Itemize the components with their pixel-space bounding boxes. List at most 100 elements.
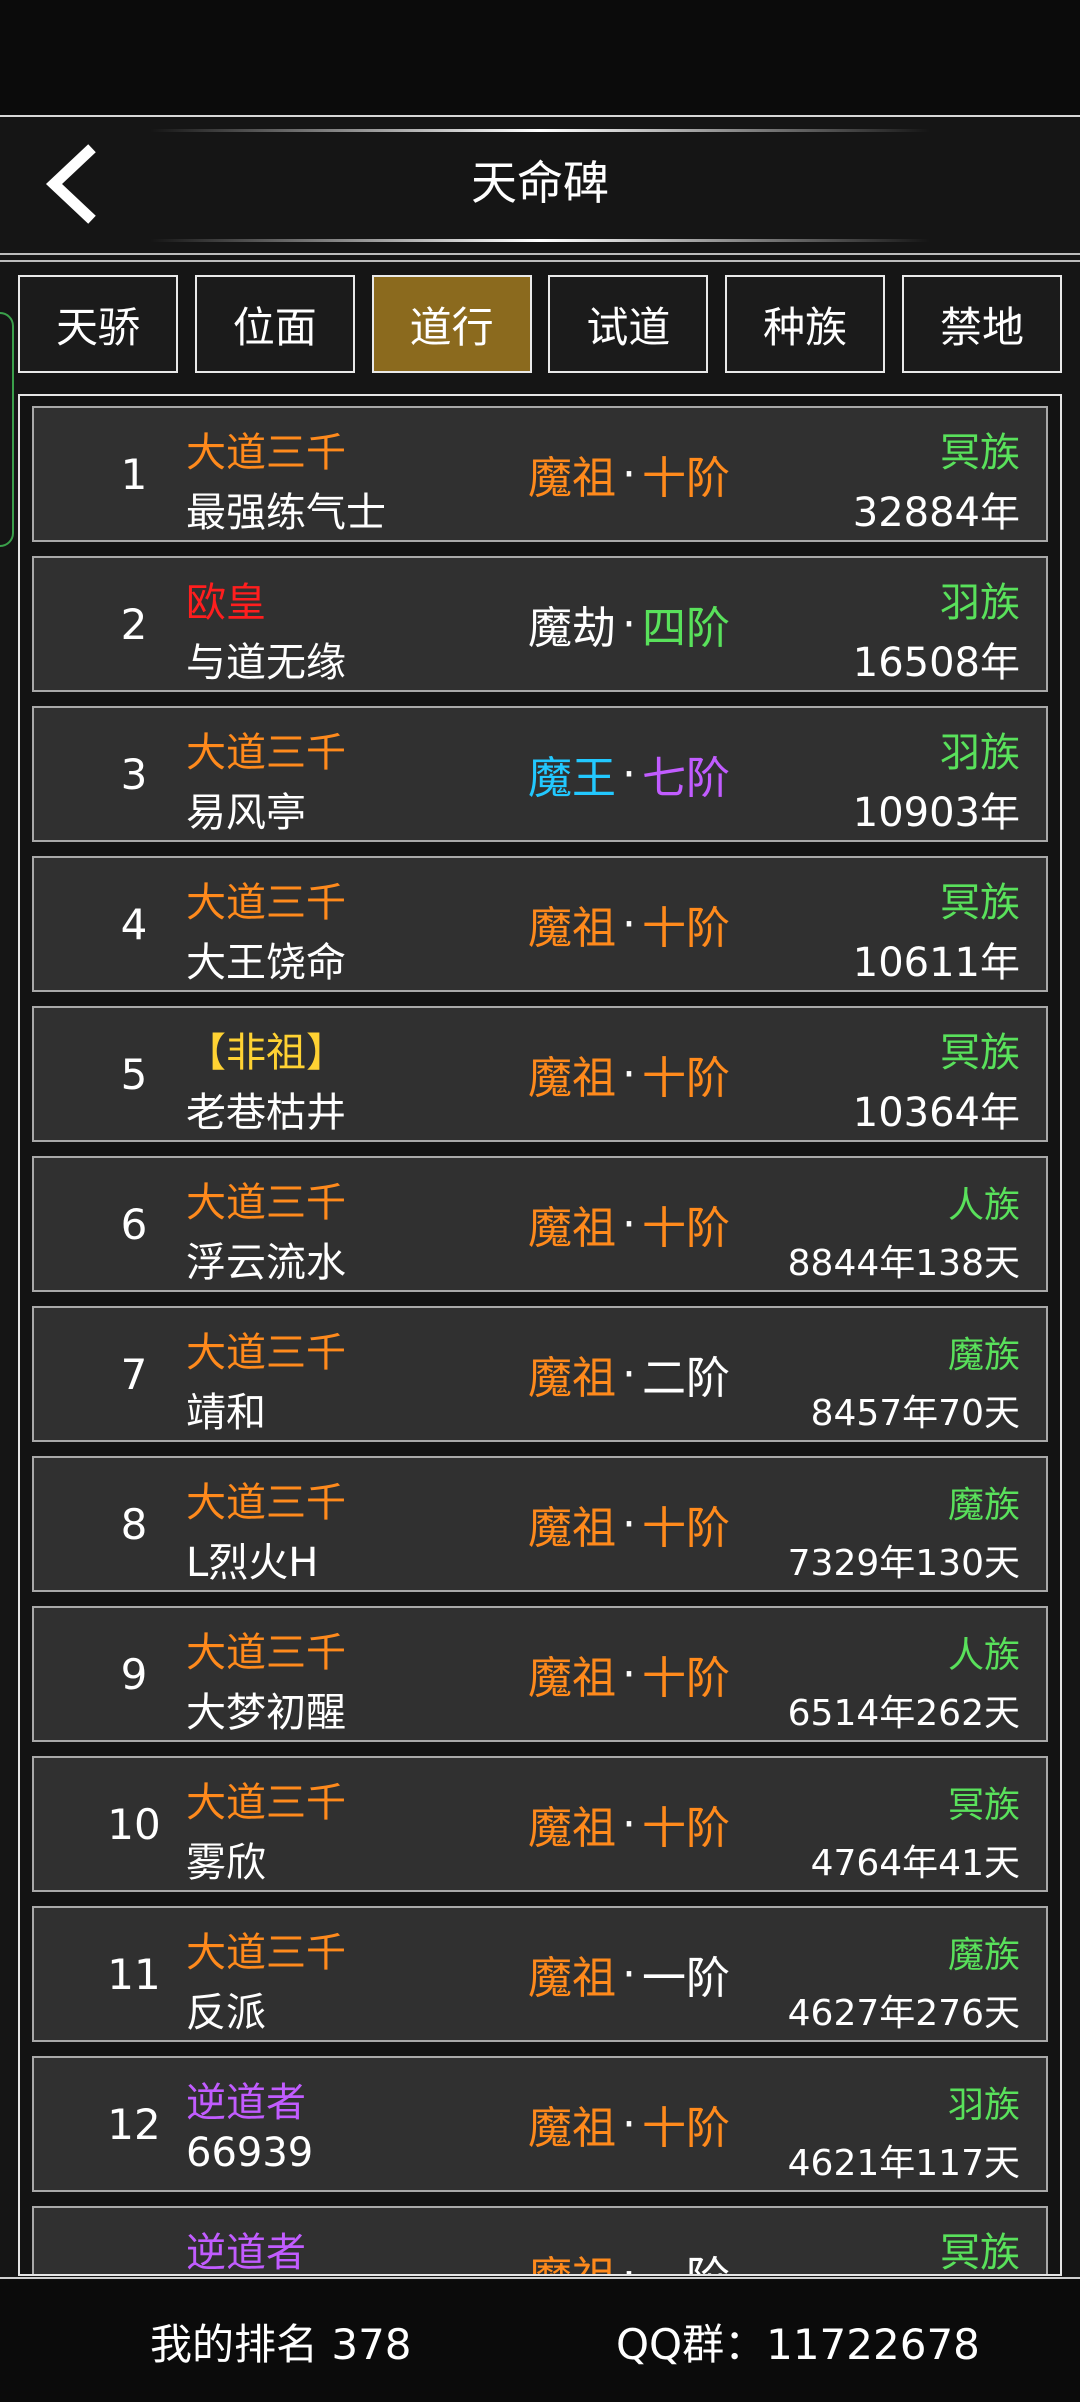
realm-separator: ·: [622, 1648, 636, 1700]
ranking-row[interactable]: 2 欧皇 与道无缘 魔劫 · 四阶 羽族 16508年: [32, 556, 1048, 692]
realm-separator: ·: [622, 1048, 636, 1100]
realm-label: 魔祖·一阶: [504, 1908, 754, 2040]
tab-weimian[interactable]: 位面: [194, 275, 355, 373]
cultivation-age: 8457年70天: [810, 1393, 1020, 1434]
tab-shidao[interactable]: 试道: [548, 275, 709, 373]
ranking-row[interactable]: 6 大道三千浮云流水 魔祖 · 十阶 人族 8844年138天: [32, 1156, 1048, 1292]
tab-zhongzu[interactable]: 种族: [725, 275, 886, 373]
player-title: 大道三千: [186, 1330, 346, 1376]
race-label: 魔族: [947, 1935, 1020, 1976]
realm-stage: 十阶: [642, 1803, 730, 1854]
player-name: 大王饶命: [186, 940, 346, 986]
realm-label: 魔祖 · 十阶: [504, 1758, 754, 1890]
realm-name: 魔祖: [528, 903, 616, 954]
rank-number: 6: [120, 1199, 148, 1249]
divider: [0, 253, 1080, 255]
realm-label: 魔劫 · 四阶: [504, 558, 754, 690]
race-label: 人族: [947, 1185, 1020, 1226]
realm-label: 魔祖 · 二阶: [504, 1308, 754, 1440]
ranking-row[interactable]: 11 大道三千反派 魔祖 · 一阶 魔族 4627年276天: [32, 1906, 1048, 2042]
player-title: 逆道者: [186, 2230, 306, 2276]
ranking-list[interactable]: 1 大道三千 最强练气士 魔祖 · 十阶 冥族 32884年 2 欧皇 与道无缘 魔劫 · 四阶 羽族 165…: [18, 394, 1062, 2276]
player-name: 与道无缘: [186, 640, 346, 686]
realm-separator: ·: [622, 598, 636, 650]
cultivation-age: 6514年262天: [787, 1693, 1020, 1734]
ranking-row[interactable]: 10 大道三千 雾欣 魔祖 · 十阶 冥族 4764年41天: [32, 1756, 1048, 1892]
realm-name: 魔祖: [528, 2242, 616, 2274]
player-title: 大道三千: [186, 1930, 346, 1976]
realm-stage: 十阶: [642, 1053, 730, 1104]
realm-separator: ·: [622, 1348, 636, 1400]
header-divider-bottom: [150, 239, 930, 242]
cultivation-age: 32884年: [852, 490, 1020, 536]
player-title: 逆道者: [186, 2080, 306, 2126]
rank-number: 8: [120, 1499, 148, 1549]
cultivation-age: 8844年138天: [787, 1243, 1020, 1284]
ranking-row[interactable]: 1 大道三千 最强练气士 魔祖 · 十阶 冥族 32884年: [32, 406, 1048, 542]
realm-label: 魔祖·一阶: [504, 2208, 754, 2276]
realm-stage: 十阶: [642, 1653, 730, 1704]
race-label: 人族: [947, 1635, 1020, 1676]
realm-stage: 十阶: [642, 2103, 730, 2154]
race-label: 羽族: [940, 730, 1020, 776]
race-label: 魔族: [947, 1335, 1020, 1376]
tab-daoxing[interactable]: 道行: [371, 275, 532, 373]
rank-number: 4: [120, 899, 148, 949]
realm-label: 魔祖 · 十阶: [504, 2058, 754, 2190]
cultivation-age: 16508年: [852, 640, 1020, 686]
player-title: 欧皇: [186, 580, 266, 626]
cultivation-age: 4621年117天: [787, 2143, 1020, 2184]
race-label: 羽族: [947, 2085, 1020, 2126]
realm-name: 魔祖: [528, 1653, 616, 1704]
rank-number: 9: [120, 1649, 148, 1699]
player-name: L烈火H: [186, 1540, 319, 1586]
realm-name: 魔祖: [528, 1503, 616, 1554]
realm-separator: ·: [622, 2248, 636, 2276]
cultivation-age: 4627年276天: [787, 1993, 1020, 2034]
player-name: 最强练气士: [186, 490, 386, 536]
ranking-row[interactable]: 7 大道三千 靖和 魔祖 · 二阶 魔族 8457年70天: [32, 1306, 1048, 1442]
cultivation-age: 10364年: [852, 1090, 1020, 1136]
realm-label: 魔祖 · 十阶: [504, 1158, 754, 1290]
qq-group-label: QQ群：11722678: [616, 2320, 980, 2369]
rank-number: 10: [107, 1799, 161, 1849]
rank-number: 5: [120, 1049, 148, 1099]
realm-stage: 二阶: [642, 1353, 730, 1404]
ranking-row[interactable]: 4 大道三千 大王饶命 魔祖 · 十阶 冥族 10611年: [32, 856, 1048, 992]
rank-number: 11: [107, 1949, 161, 1999]
race-label: 魔族: [947, 1485, 1020, 1526]
cultivation-age: 7329年130天: [787, 1543, 1020, 1584]
realm-stage: 四阶: [642, 603, 730, 654]
rank-number: 3: [120, 749, 148, 799]
header-divider-top: [150, 129, 930, 132]
ranking-row[interactable]: 逆道者 魔祖·一阶 冥族: [32, 2206, 1048, 2276]
realm-stage: 十阶: [642, 1503, 730, 1554]
player-name: 反派: [186, 1990, 266, 2036]
rank-number: 12: [107, 2099, 161, 2149]
player-name: 浮云流水: [186, 1240, 346, 1286]
ranking-row[interactable]: 8 大道三千 L烈火H 魔祖 · 十阶 魔族 7329年130天: [32, 1456, 1048, 1592]
realm-label: 魔祖 · 十阶: [504, 1608, 754, 1740]
ranking-row[interactable]: 9 大道三千大梦初醒 魔祖 · 十阶 人族 6514年262天: [32, 1606, 1048, 1742]
player-name: 66939: [186, 2130, 314, 2176]
realm-name: 魔祖: [528, 1953, 616, 2004]
realm-name: 魔祖: [528, 1803, 616, 1854]
realm-separator: ·: [622, 1498, 636, 1550]
ranking-row[interactable]: 5 【非祖】 老巷枯井 魔祖 · 十阶 冥族 10364年: [32, 1006, 1048, 1142]
realm-stage: 七阶: [642, 753, 730, 804]
ranking-row[interactable]: 12 逆道者 66939 魔祖 · 十阶 羽族 4621年117天: [32, 2056, 1048, 2192]
player-title: 大道三千: [186, 1630, 346, 1676]
player-title: 大道三千: [186, 1180, 346, 1226]
player-title: 大道三千: [186, 430, 346, 476]
tab-tianjiao[interactable]: 天骄: [18, 275, 178, 373]
realm-name: 魔王: [528, 753, 616, 804]
realm-stage: 一阶: [642, 2242, 730, 2274]
rank-number: 2: [120, 599, 148, 649]
realm-name: 魔劫: [528, 603, 616, 654]
tab-jindi[interactable]: 禁地: [901, 275, 1062, 373]
race-label: 冥族: [940, 880, 1020, 926]
ranking-row[interactable]: 3 大道三千 易风亭 魔王 · 七阶 羽族 10903年: [32, 706, 1048, 842]
realm-label: 魔王 · 七阶: [504, 708, 754, 840]
player-name: 易风亭: [186, 790, 306, 836]
player-name: 大梦初醒: [186, 1690, 346, 1736]
